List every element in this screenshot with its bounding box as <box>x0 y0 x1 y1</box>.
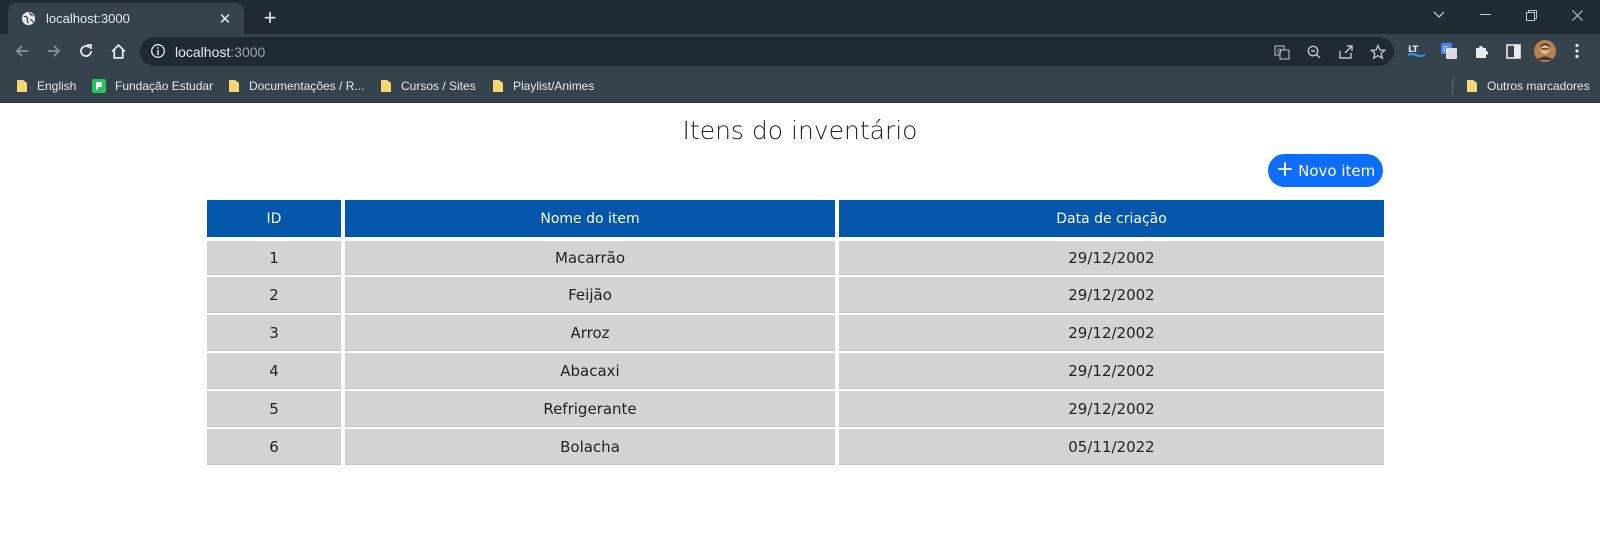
folder-icon <box>17 80 27 92</box>
cell-id: 6 <box>207 429 341 465</box>
column-header-date: Data de criação <box>839 200 1384 237</box>
bookmark-playlist-animes[interactable]: Playlist/Animes <box>492 76 594 96</box>
cell-date: 29/12/2002 <box>839 391 1384 427</box>
table-row: 1 Macarrão 29/12/2002 <box>207 239 1384 275</box>
cell-name: Abacaxi <box>345 353 835 389</box>
svg-text:G: G <box>1443 45 1449 54</box>
cell-date: 29/12/2002 <box>839 315 1384 351</box>
share-icon[interactable] <box>1336 42 1356 62</box>
cell-id: 5 <box>207 391 341 427</box>
restore-window-button[interactable] <box>1508 0 1554 30</box>
table-row: 5 Refrigerante 29/12/2002 <box>207 391 1384 427</box>
folder-icon <box>1467 80 1477 92</box>
page-title: Itens do inventário <box>682 116 918 145</box>
column-header-id: ID <box>207 200 341 237</box>
home-icon[interactable] <box>104 37 132 65</box>
fundacao-favicon-icon <box>92 79 106 93</box>
cell-name: Arroz <box>345 315 835 351</box>
profile-avatar[interactable] <box>1534 40 1556 62</box>
table-row: 2 Feijão 29/12/2002 <box>207 277 1384 313</box>
table-row: 3 Arroz 29/12/2002 <box>207 315 1384 351</box>
side-panel-icon[interactable] <box>1502 40 1524 62</box>
close-window-button[interactable] <box>1554 0 1600 30</box>
bookmark-label: Fundação Estudar <box>115 79 214 93</box>
bookmarks-bar: English Fundação Estudar Documentações /… <box>0 69 1600 103</box>
new-item-button[interactable]: + Novo item <box>1268 154 1383 187</box>
forward-icon[interactable] <box>40 37 68 65</box>
column-header-name: Nome do item <box>345 200 835 237</box>
address-bar[interactable]: localhost:3000 G <box>140 37 1394 66</box>
tab-strip: localhost:3000 ✕ + <box>0 0 1600 34</box>
bookmark-label: Outros marcadores <box>1487 79 1590 93</box>
table-row: 4 Abacaxi 29/12/2002 <box>207 353 1384 389</box>
google-translate-extension-icon[interactable]: G <box>1438 40 1460 62</box>
bookmarks-separator <box>1452 78 1453 95</box>
close-tab-icon[interactable]: ✕ <box>216 10 234 28</box>
browser-toolbar: localhost:3000 G LT G <box>0 34 1600 69</box>
svg-text:G: G <box>1277 48 1282 55</box>
cell-name: Bolacha <box>345 429 835 465</box>
cell-id: 2 <box>207 277 341 313</box>
new-item-label: Novo item <box>1298 161 1376 180</box>
cell-id: 4 <box>207 353 341 389</box>
cell-name: Feijão <box>345 277 835 313</box>
bookmark-outros-marcadores[interactable]: Outros marcadores <box>1466 76 1590 96</box>
languagetool-extension-icon[interactable]: LT <box>1406 40 1428 62</box>
menu-kebab-icon[interactable] <box>1566 40 1588 62</box>
table-row: 6 Bolacha 05/11/2022 <box>207 429 1384 465</box>
translate-icon[interactable]: G <box>1272 42 1292 62</box>
bookmark-documentacoes[interactable]: Documentações / R... <box>228 76 364 96</box>
bookmark-star-icon[interactable] <box>1368 42 1388 62</box>
reload-icon[interactable] <box>72 37 100 65</box>
globe-icon <box>20 11 36 27</box>
minimize-window-button[interactable] <box>1462 0 1508 30</box>
plus-icon: + <box>1275 156 1295 182</box>
bookmark-label: Playlist/Animes <box>513 79 595 93</box>
bookmark-cursos-sites[interactable]: Cursos / Sites <box>380 76 476 96</box>
inventory-table: ID Nome do item Data de criação 1 Macarr… <box>203 198 1388 467</box>
back-icon[interactable] <box>8 37 36 65</box>
folder-icon <box>381 80 391 92</box>
bookmark-label: Documentações / R... <box>249 79 365 93</box>
cell-name: Macarrão <box>345 239 835 275</box>
cell-name: Refrigerante <box>345 391 835 427</box>
browser-tab[interactable]: localhost:3000 ✕ <box>8 3 244 34</box>
cell-date: 29/12/2002 <box>839 353 1384 389</box>
bookmark-label: Cursos / Sites <box>401 79 476 93</box>
cell-id: 3 <box>207 315 341 351</box>
cell-date: 05/11/2022 <box>839 429 1384 465</box>
new-tab-button[interactable]: + <box>256 4 284 32</box>
tab-search-icon[interactable] <box>1416 0 1462 30</box>
table-header-row: ID Nome do item Data de criação <box>207 200 1384 237</box>
cell-id: 1 <box>207 239 341 275</box>
bookmark-fundacao-estudar[interactable]: Fundação Estudar <box>92 76 213 96</box>
bookmark-english[interactable]: English <box>16 76 76 96</box>
tab-title: localhost:3000 <box>46 11 130 26</box>
cell-date: 29/12/2002 <box>839 277 1384 313</box>
site-info-icon[interactable] <box>150 43 166 64</box>
bookmark-label: English <box>37 79 77 93</box>
url-text: localhost:3000 <box>175 44 266 60</box>
folder-icon <box>493 80 503 92</box>
folder-icon <box>229 80 239 92</box>
extensions-puzzle-icon[interactable] <box>1470 40 1492 62</box>
cell-date: 29/12/2002 <box>839 239 1384 275</box>
zoom-icon[interactable] <box>1304 42 1324 62</box>
